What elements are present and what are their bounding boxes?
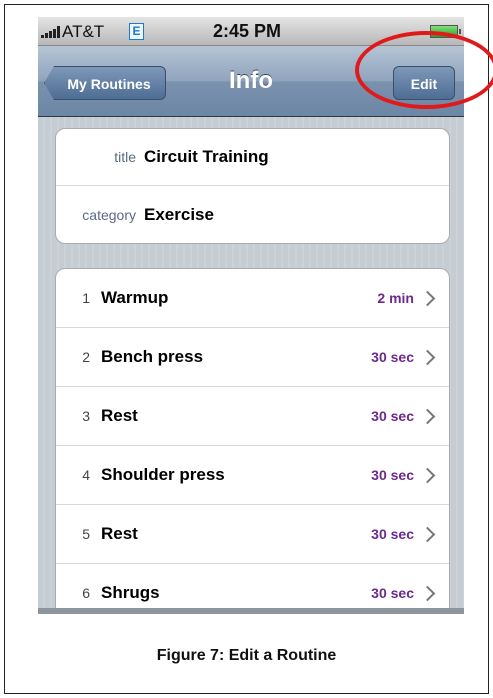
info-value: Exercise bbox=[144, 204, 214, 224]
network-edge-icon: E bbox=[129, 23, 144, 40]
step-number: 6 bbox=[82, 585, 90, 601]
step-number: 2 bbox=[82, 349, 90, 365]
navigation-bar: My Routines Info Edit bbox=[38, 46, 464, 117]
info-row-category[interactable]: category Exercise bbox=[56, 186, 449, 243]
chevron-right-icon bbox=[419, 585, 436, 601]
info-label: title bbox=[114, 149, 136, 165]
step-name: Rest bbox=[101, 406, 138, 425]
figure-frame: AT&T E 2:45 PM My Routines Info Edit tit… bbox=[4, 4, 493, 694]
list-item[interactable]: 5 Rest 30 sec bbox=[56, 505, 449, 564]
info-row-title[interactable]: title Circuit Training bbox=[56, 129, 449, 186]
step-number: 3 bbox=[82, 408, 90, 424]
step-name: Warmup bbox=[101, 288, 169, 307]
step-name: Bench press bbox=[101, 347, 204, 366]
battery-icon bbox=[430, 25, 461, 38]
content-area: title Circuit Training category Exercise… bbox=[38, 117, 464, 614]
edit-button[interactable]: Edit bbox=[393, 66, 455, 100]
list-item[interactable]: 3 Rest 30 sec bbox=[56, 387, 449, 446]
list-item[interactable]: 2 Bench press 30 sec bbox=[56, 328, 449, 387]
status-bar: AT&T E 2:45 PM bbox=[38, 17, 464, 46]
step-duration: 30 sec bbox=[371, 408, 414, 424]
step-duration: 2 min bbox=[377, 290, 414, 306]
list-item[interactable]: 1 Warmup 2 min bbox=[56, 269, 449, 328]
step-name: Rest bbox=[101, 524, 138, 543]
step-number: 4 bbox=[82, 467, 90, 483]
step-number: 1 bbox=[82, 290, 90, 306]
step-duration: 30 sec bbox=[371, 585, 414, 601]
step-duration: 30 sec bbox=[371, 526, 414, 542]
step-name: Shoulder press bbox=[101, 465, 225, 484]
screen-bottom-edge bbox=[38, 608, 464, 614]
list-item[interactable]: 4 Shoulder press 30 sec bbox=[56, 446, 449, 505]
info-group: title Circuit Training category Exercise bbox=[55, 128, 450, 244]
chevron-right-icon bbox=[419, 467, 436, 483]
status-time: 2:45 PM bbox=[213, 21, 282, 41]
info-value: Circuit Training bbox=[144, 147, 269, 166]
chevron-right-icon bbox=[419, 349, 436, 365]
step-duration: 30 sec bbox=[371, 467, 414, 483]
step-duration: 30 sec bbox=[371, 349, 414, 365]
info-label: category bbox=[82, 206, 136, 223]
chevron-right-icon bbox=[419, 290, 436, 306]
steps-list: 1 Warmup 2 min 2 Bench press 30 sec 3 Re… bbox=[55, 268, 450, 614]
figure-caption: Figure 7: Edit a Routine bbox=[156, 647, 337, 664]
phone-screen: AT&T E 2:45 PM My Routines Info Edit tit… bbox=[38, 17, 464, 614]
signal-strength-icon bbox=[41, 26, 61, 38]
step-number: 5 bbox=[82, 526, 90, 542]
step-name: Shrugs bbox=[101, 583, 160, 602]
chevron-right-icon bbox=[419, 526, 436, 542]
carrier-name: AT&T bbox=[62, 22, 105, 41]
chevron-right-icon bbox=[419, 408, 436, 424]
list-item[interactable]: 6 Shrugs 30 sec bbox=[56, 564, 449, 614]
